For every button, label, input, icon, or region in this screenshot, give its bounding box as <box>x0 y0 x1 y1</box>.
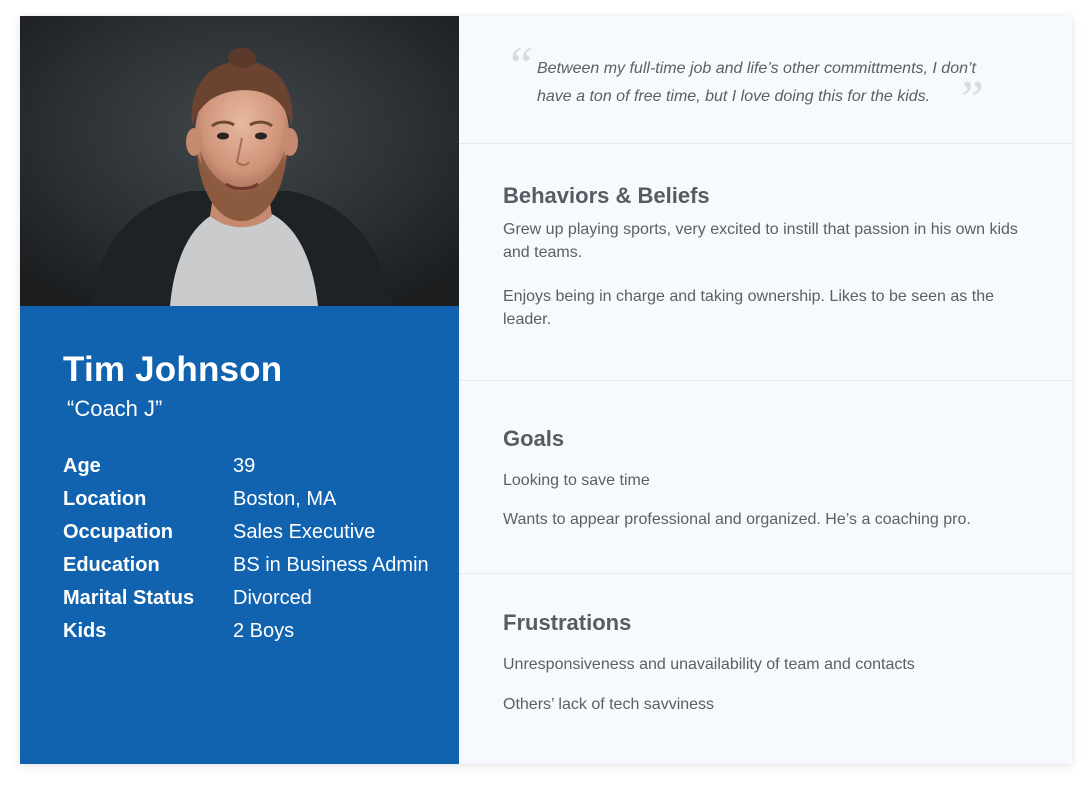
fact-row-kids: Kids 2 Boys <box>63 615 459 648</box>
fact-row-age: Age 39 <box>63 450 459 483</box>
fact-label: Occupation <box>63 521 174 543</box>
persona-quote: “ Between my full-time job and life’s ot… <box>459 16 1072 144</box>
fact-row-location: Location Boston, MA <box>63 483 459 516</box>
fact-row-education: Education BS in Business Admin <box>63 549 459 582</box>
goals-section: Goals Looking to save time Wants to appe… <box>459 381 1072 574</box>
fact-label: Marital Status <box>63 587 195 609</box>
persona-sidebar: Tim Johnson “Coach J” Age 39 Location Bo… <box>20 16 459 764</box>
fact-value: Divorced <box>233 587 312 609</box>
section-title: Frustrations <box>503 610 632 635</box>
section-item: Grew up playing sports, very excited to … <box>503 221 1018 261</box>
fact-label: Education <box>63 554 160 576</box>
persona-facts: Age 39 Location Boston, MA Occupation Sa… <box>63 450 459 648</box>
persona-card: Tim Johnson “Coach J” Age 39 Location Bo… <box>20 16 1072 764</box>
fact-value: Sales Executive <box>233 521 376 543</box>
section-item: Looking to save time <box>503 472 650 489</box>
fact-value: 2 Boys <box>233 620 295 642</box>
section-item: Enjoys being in charge and taking owners… <box>503 288 994 328</box>
fact-label: Location <box>63 488 147 510</box>
persona-nickname: “Coach J” <box>67 396 163 421</box>
section-item: Unresponsiveness and unavailability of t… <box>503 656 915 673</box>
section-item: Wants to appear professional and organiz… <box>503 511 971 528</box>
frustrations-section: Frustrations Unresponsiveness and unavai… <box>459 574 1072 764</box>
fact-label: Kids <box>63 620 107 642</box>
persona-portrait-illustration <box>20 16 459 306</box>
persona-details: “ Between my full-time job and life’s ot… <box>459 16 1072 764</box>
section-item: Others’ lack of tech savviness <box>503 696 715 713</box>
fact-label: Age <box>63 455 101 477</box>
persona-profile-panel: Tim Johnson “Coach J” Age 39 Location Bo… <box>20 306 459 764</box>
quote-text: Between my full-time job and life’s othe… <box>537 60 976 105</box>
fact-value: Boston, MA <box>233 488 337 510</box>
behaviors-section: Behaviors & Beliefs Grew up playing spor… <box>459 144 1072 381</box>
fact-row-marital-status: Marital Status Divorced <box>63 582 459 615</box>
section-title: Goals <box>503 426 565 451</box>
open-quote-icon: “ <box>505 37 534 94</box>
persona-name: Tim Johnson <box>63 350 283 389</box>
fact-value: 39 <box>233 455 256 477</box>
section-title: Behaviors & Beliefs <box>503 183 710 208</box>
close-quote-icon: ” <box>955 71 984 128</box>
fact-row-occupation: Occupation Sales Executive <box>63 516 459 549</box>
persona-photo <box>20 16 459 306</box>
fact-value: BS in Business Admin <box>233 554 429 576</box>
